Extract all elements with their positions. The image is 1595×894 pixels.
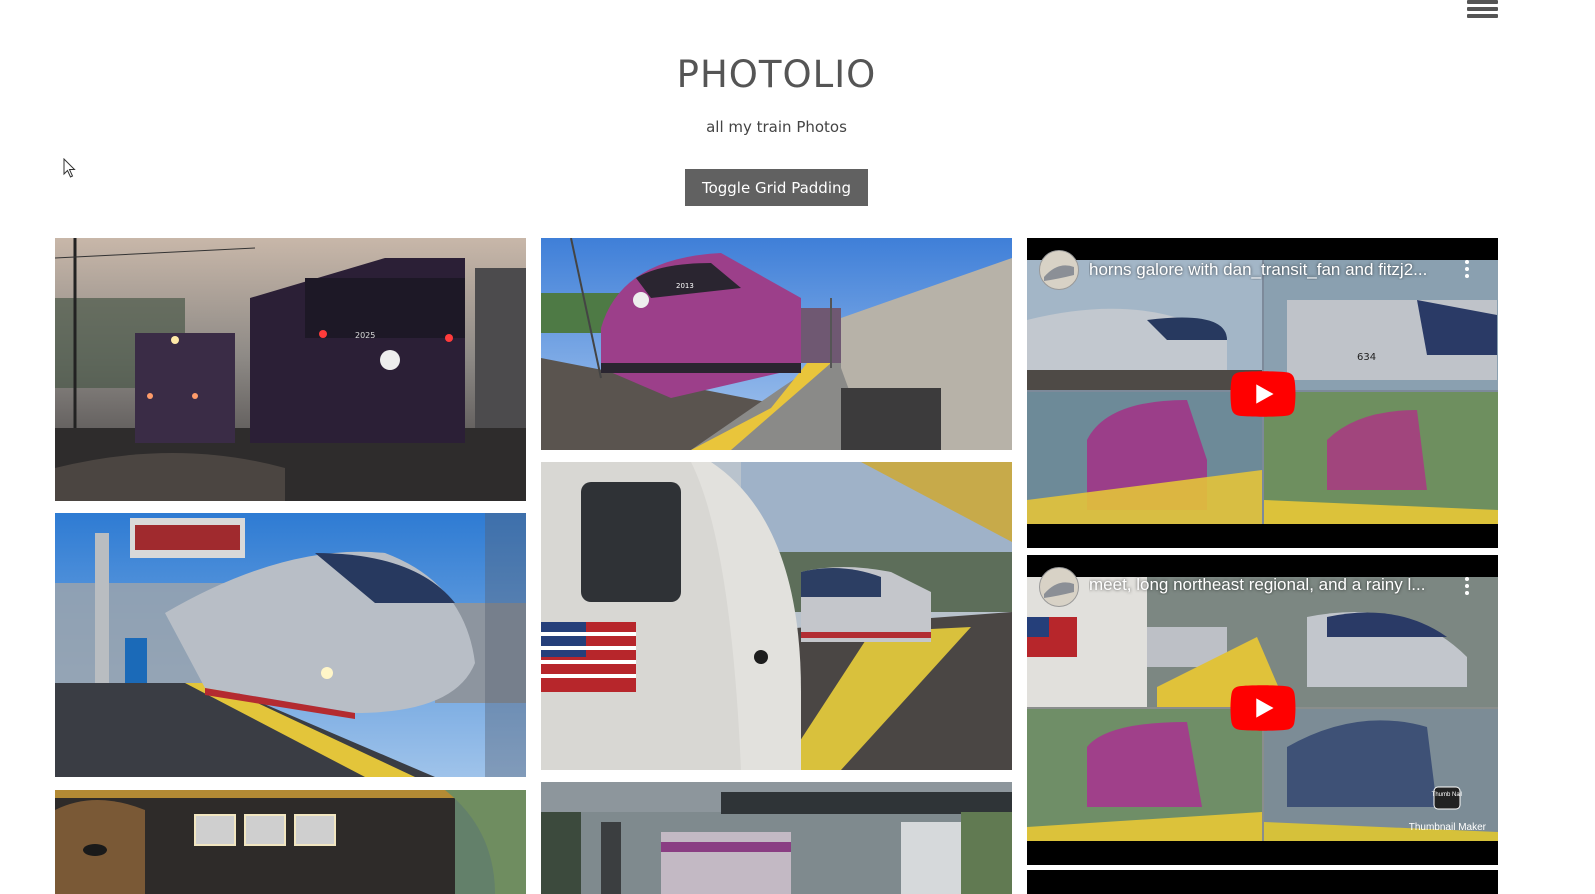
video-embed-horns-galore[interactable]: 634 horns galore with dan_transit_fan an…	[1027, 238, 1498, 548]
locomotive-number: 634	[1357, 352, 1376, 363]
thumbnail-maker-logo: Thumb Nail	[1432, 792, 1463, 798]
youtube-play-icon[interactable]	[1230, 371, 1296, 417]
mouse-cursor-icon	[63, 158, 76, 178]
site-title: PHOTOLIO	[676, 53, 877, 96]
toggle-grid-padding-button[interactable]: Toggle Grid Padding	[685, 169, 868, 206]
channel-avatar[interactable]	[1039, 250, 1079, 290]
hamburger-icon[interactable]	[1467, 0, 1499, 18]
site-subtitle: all my train Photos	[706, 118, 847, 136]
locomotive-number: 2013	[676, 282, 694, 290]
photo-mbta-locomotives-dusk[interactable]: 2025	[55, 238, 526, 501]
locomotive-number: 2025	[355, 331, 375, 340]
more-options-icon[interactable]	[1464, 577, 1470, 597]
thumbnail-maker-badge: Thumbnail Maker	[1408, 822, 1486, 833]
channel-avatar[interactable]	[1039, 567, 1079, 607]
more-options-icon[interactable]	[1464, 260, 1470, 280]
photo-mbta-locomotive-platform[interactable]: 2013	[541, 238, 1012, 450]
video-embed-northeast-regional[interactable]: Thumb Nail meet, long northeast regional…	[1027, 555, 1498, 865]
photo-amtrak-602-and-acs64[interactable]	[541, 462, 1012, 770]
video-title[interactable]: meet, long northeast regional, and a rai…	[1089, 575, 1449, 595]
photo-acela-express-station[interactable]	[55, 513, 526, 777]
photo-mbta-commuter-station-bridge[interactable]	[541, 782, 1012, 894]
video-title[interactable]: horns galore with dan_transit_fan and fi…	[1089, 260, 1449, 280]
youtube-play-icon[interactable]	[1230, 685, 1296, 731]
photo-painted-locomotive-pharaoh[interactable]	[55, 790, 526, 894]
video-embed-partial[interactable]	[1027, 870, 1498, 894]
